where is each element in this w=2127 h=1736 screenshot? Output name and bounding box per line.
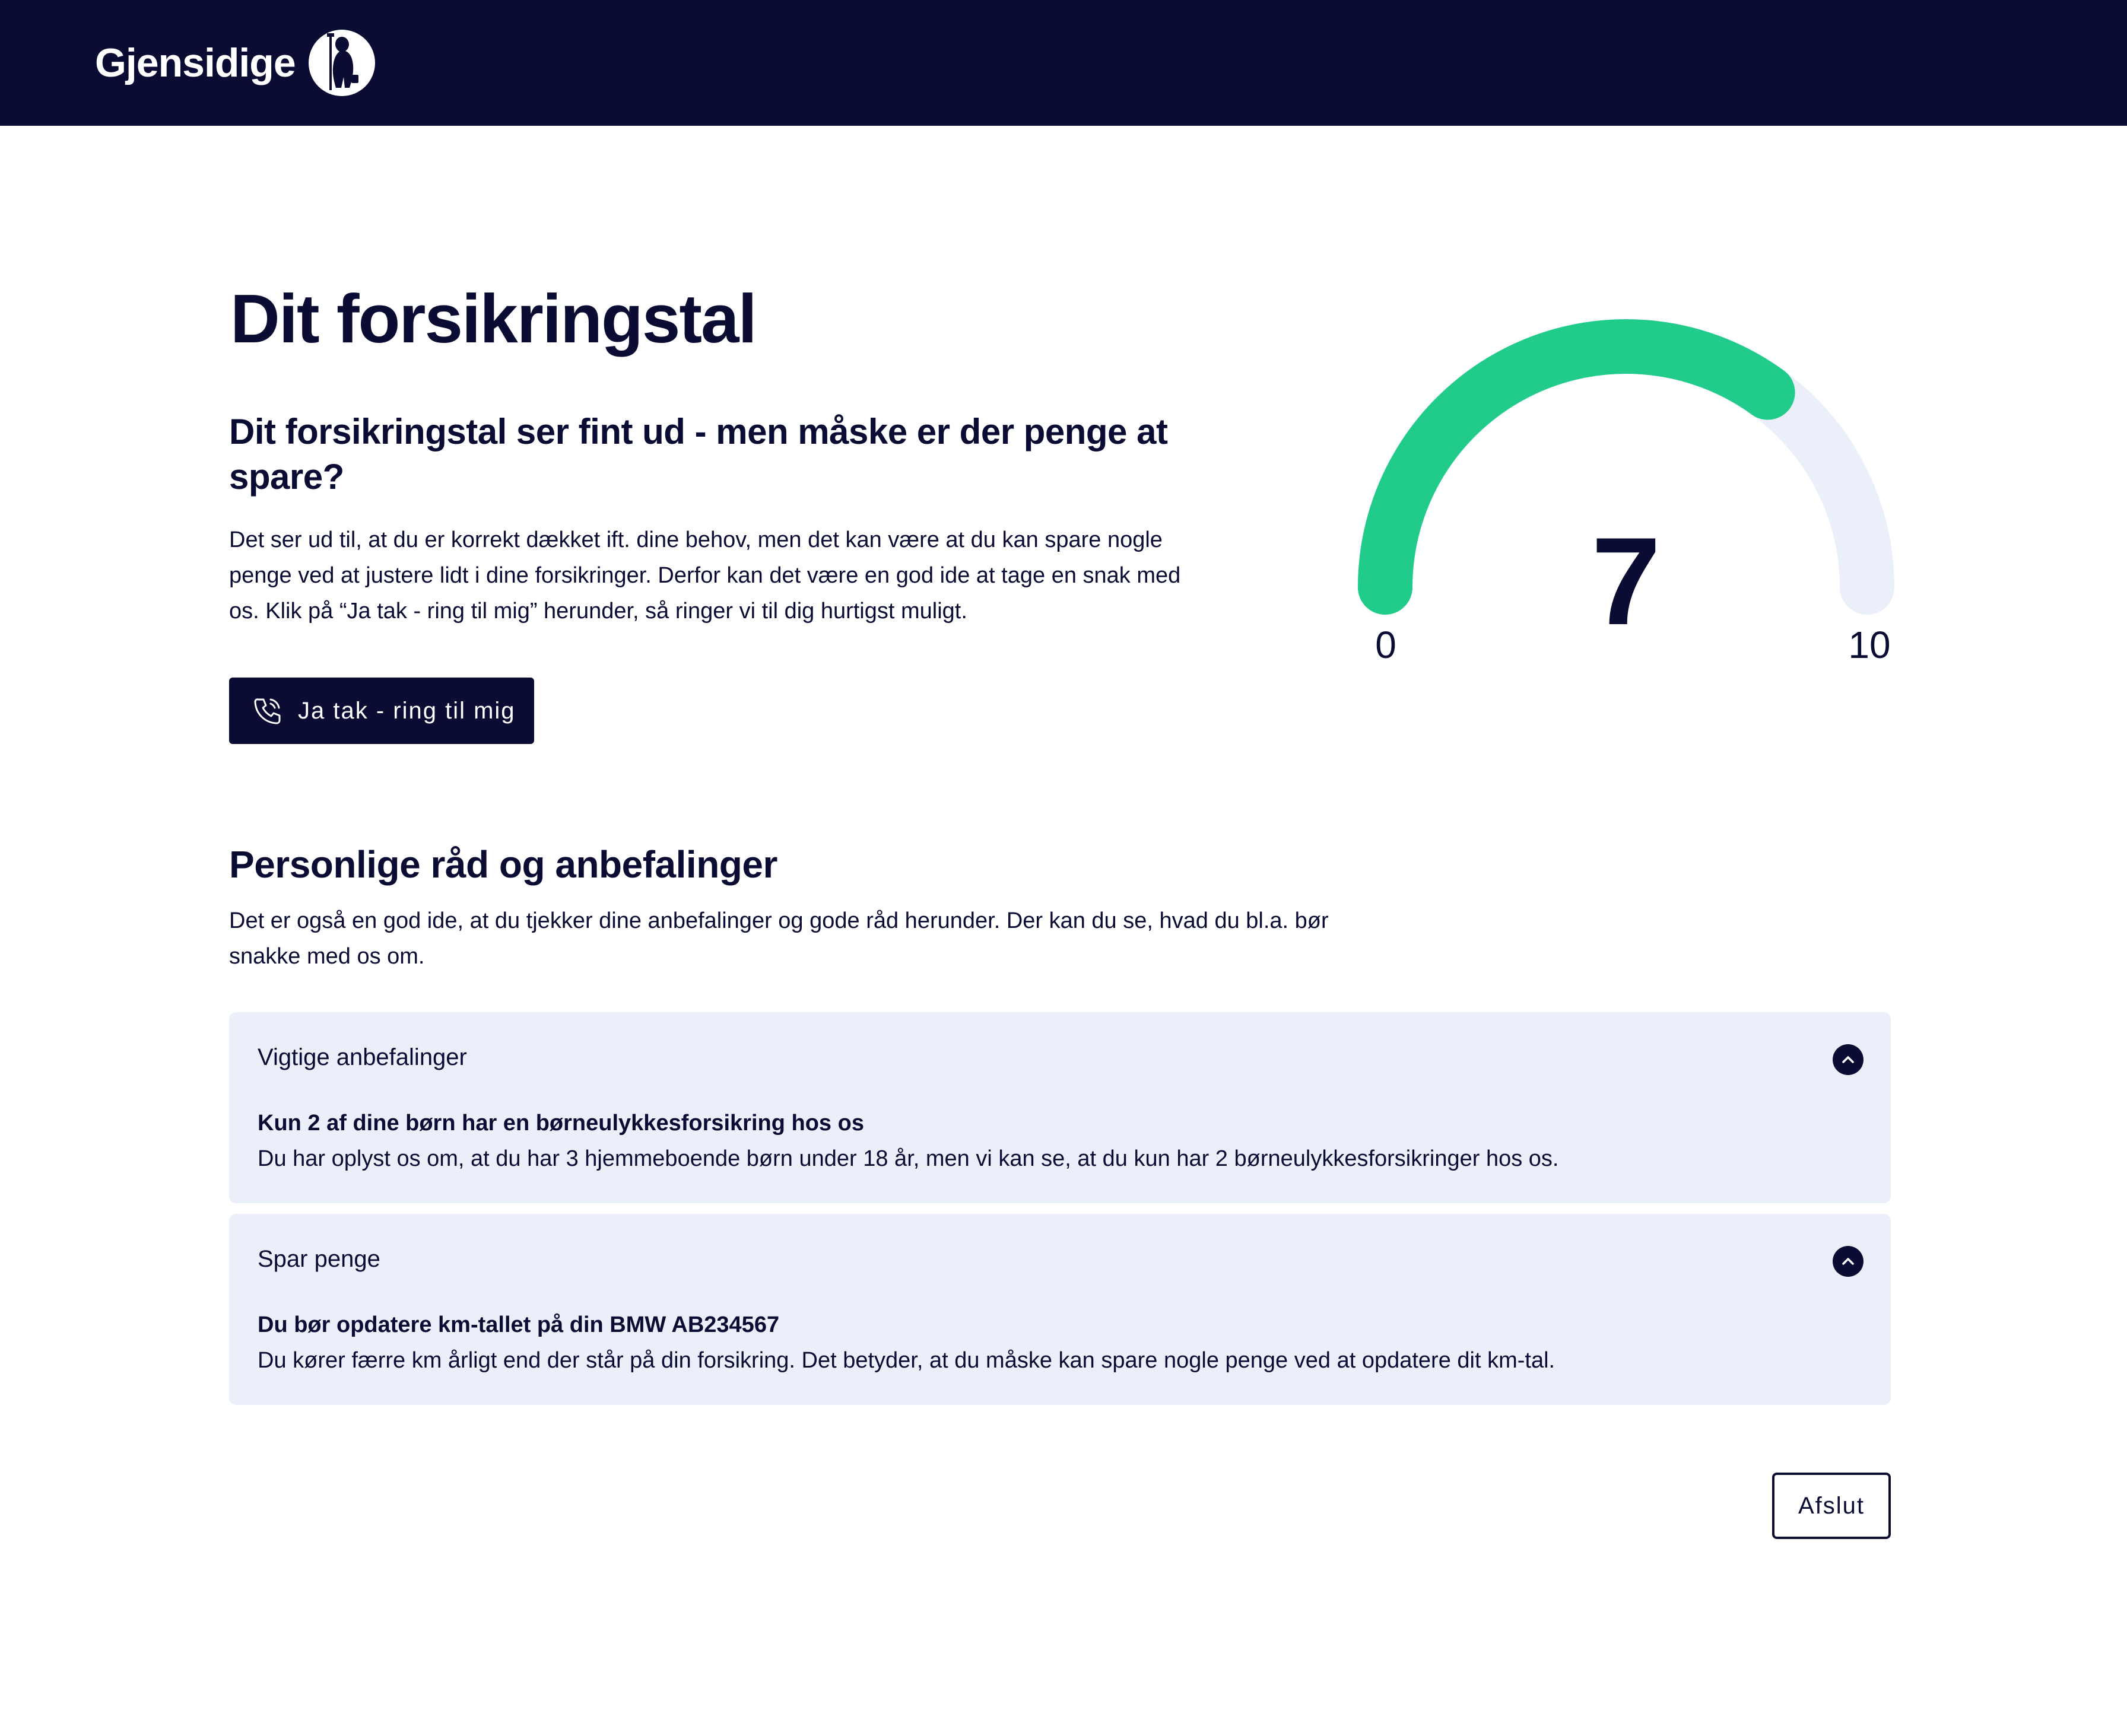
top-bar: Gjensidige [0, 0, 2127, 126]
page-subtitle: Dit forsikringstal ser fint ud - men mås… [229, 412, 1168, 497]
chevron-up-icon [1842, 1056, 1854, 1063]
recommendations-title: Personlige råd og anbefalinger [229, 843, 777, 886]
close-button[interactable]: Afslut [1772, 1473, 1891, 1539]
brand-logo-link[interactable]: Gjensidige [95, 27, 376, 98]
collapse-toggle-button[interactable] [1833, 1246, 1863, 1277]
knight-silhouette-icon [308, 30, 375, 96]
recommendations-description: Det er også en god ide, at du tjekker di… [229, 908, 1329, 969]
card-heading[interactable]: Vigtige anbefalinger [258, 1044, 467, 1071]
brand-name: Gjensidige [95, 40, 296, 85]
recommendation-title: Du bør opdatere km-tallet på din BMW AB2… [258, 1312, 780, 1337]
chevron-up-icon [1842, 1258, 1854, 1265]
gauge-min-label: 0 [1375, 624, 1396, 666]
page-title: Dit forsikringstal [230, 280, 757, 357]
recommendation-card-save-money: Spar penge Du bør opdatere km-tallet på … [229, 1214, 1891, 1405]
gauge-max-label: 10 [1848, 624, 1891, 666]
phone-icon [254, 698, 281, 724]
gauge-fill [1358, 319, 1795, 615]
gauge-score-value: 7 [1591, 511, 1661, 651]
recommendation-text: Du har oplyst os om, at du har 3 hjemmeb… [258, 1146, 1559, 1171]
recommendation-card-important: Vigtige anbefalinger Kun 2 af dine børn … [229, 1012, 1891, 1203]
recommendation-text: Du kører færre km årligt end der står på… [258, 1348, 1555, 1373]
call-me-button[interactable]: Ja tak - ring til mig [229, 678, 534, 744]
recommendation-title: Kun 2 af dine børn har en børneulykkesfo… [258, 1111, 864, 1136]
call-me-button-label: Ja tak - ring til mig [298, 697, 516, 724]
gauge-track [1358, 319, 1894, 615]
intro-text: Det ser ud til, at du er korrekt dækket … [229, 527, 1181, 624]
collapse-toggle-button[interactable] [1833, 1044, 1863, 1075]
card-heading[interactable]: Spar penge [258, 1246, 380, 1273]
